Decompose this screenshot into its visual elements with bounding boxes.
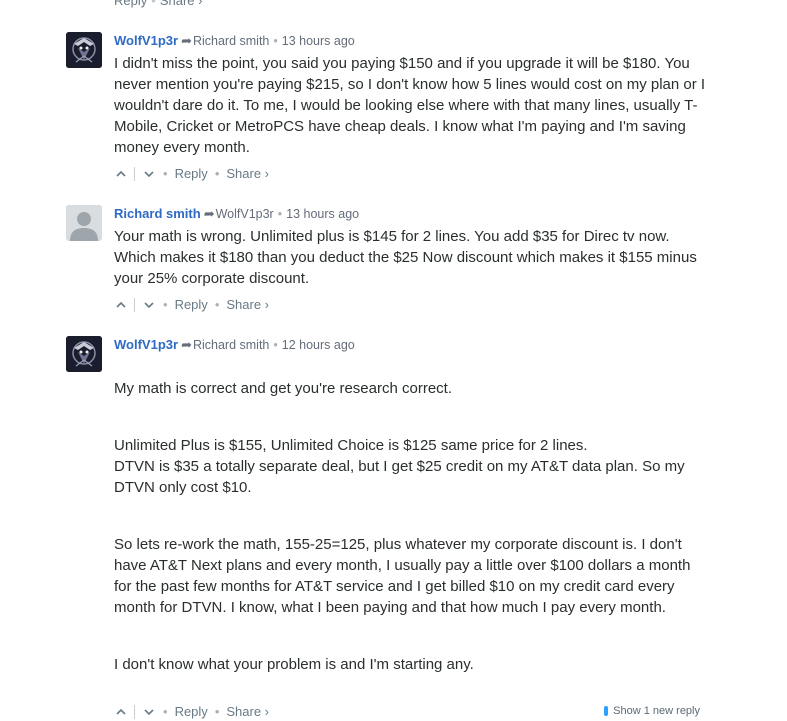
comment-header: Richard smith ➦WolfV1p3r • 13 hours ago — [114, 205, 706, 223]
comment-paragraph: I didn't miss the point, you said you pa… — [114, 55, 706, 156]
comment-text: I didn't miss the point, you said you pa… — [114, 53, 706, 158]
comment-text: My math is correct and get you're resear… — [114, 357, 706, 696]
wolf-avatar-icon — [66, 32, 102, 68]
timestamp[interactable]: 13 hours ago — [286, 207, 359, 221]
show-new-replies-button[interactable]: Show 1 new reply — [604, 702, 700, 720]
share-link[interactable]: Share › — [160, 0, 203, 8]
separator-dot: • — [277, 207, 283, 221]
separator-dot: • — [214, 703, 220, 719]
timestamp[interactable]: 12 hours ago — [282, 338, 355, 352]
comment-paragraph: My math is correct and get you're resear… — [114, 380, 452, 397]
reply-arrow-icon: ➦ — [181, 33, 192, 48]
separator-dot: • — [214, 296, 220, 312]
avatar[interactable] — [66, 336, 102, 372]
comment: WolfV1p3r ➦Richard smith • 12 hours ago My … — [66, 336, 706, 720]
parent-author[interactable]: WolfV1p3r — [216, 207, 274, 221]
parent-author[interactable]: Richard smith — [193, 34, 269, 48]
new-reply-label: Show 1 new reply — [613, 705, 700, 718]
share-link[interactable]: Share › — [226, 296, 269, 314]
previous-comment-actions: Reply • Share › — [114, 0, 202, 8]
comment-paragraph: I don't know what your problem is and I'… — [114, 656, 474, 673]
reply-link[interactable]: Reply — [175, 703, 208, 721]
downvote-icon[interactable] — [142, 705, 156, 719]
comment-paragraph: Unlimited Plus is $155, Unlimited Choice… — [114, 437, 685, 496]
downvote-icon[interactable] — [142, 298, 156, 312]
share-link[interactable]: Share › — [226, 165, 269, 183]
vote-divider — [134, 297, 135, 312]
downvote-icon[interactable] — [142, 167, 156, 181]
vote-divider — [134, 704, 135, 719]
share-link[interactable]: Share › — [226, 703, 269, 721]
comment: Richard smith ➦WolfV1p3r • 13 hours ago You… — [66, 205, 706, 313]
separator-dot: • — [163, 703, 168, 719]
wolf-avatar-icon — [66, 336, 102, 372]
comment-paragraph: Your math is wrong. Unlimited plus is $1… — [114, 228, 697, 287]
author-name[interactable]: WolfV1p3r — [114, 337, 178, 352]
reply-link[interactable]: Reply — [175, 165, 208, 183]
upvote-icon[interactable] — [114, 298, 128, 312]
author-name[interactable]: WolfV1p3r — [114, 33, 178, 48]
avatar[interactable] — [66, 205, 102, 241]
comment-actions: • Reply • Share › — [114, 164, 706, 182]
separator-dot: • — [163, 165, 168, 181]
reply-arrow-icon: ➦ — [203, 206, 215, 221]
comment-actions: • Reply • Share › Show 1 new reply — [114, 702, 706, 720]
default-avatar-icon — [66, 205, 102, 241]
comment-paragraph: So lets re-work the math, 155-25=125, pl… — [114, 536, 691, 616]
author-name[interactable]: Richard smith — [114, 206, 201, 221]
reply-arrow-icon: ➦ — [181, 337, 192, 352]
comment: WolfV1p3r ➦Richard smith • 13 hours ago I d… — [66, 32, 706, 182]
upvote-icon[interactable] — [114, 705, 128, 719]
vote-divider — [134, 166, 135, 181]
separator-dot: • — [273, 338, 278, 352]
avatar[interactable] — [66, 32, 102, 68]
comment-header: WolfV1p3r ➦Richard smith • 12 hours ago — [114, 336, 706, 354]
new-reply-indicator — [604, 706, 609, 717]
reply-link[interactable]: Reply — [175, 296, 208, 314]
reply-link[interactable]: Reply — [114, 0, 147, 8]
comment-header: WolfV1p3r ➦Richard smith • 13 hours ago — [114, 32, 706, 50]
comment-actions: • Reply • Share › — [114, 295, 706, 313]
separator-dot: • — [163, 296, 168, 312]
parent-author[interactable]: Richard smith — [193, 338, 269, 352]
upvote-icon[interactable] — [114, 167, 128, 181]
comment-text: Your math is wrong. Unlimited plus is $1… — [114, 226, 706, 289]
separator-dot: • — [214, 165, 220, 181]
separator-dot: • — [273, 34, 278, 48]
timestamp[interactable]: 13 hours ago — [282, 34, 355, 48]
